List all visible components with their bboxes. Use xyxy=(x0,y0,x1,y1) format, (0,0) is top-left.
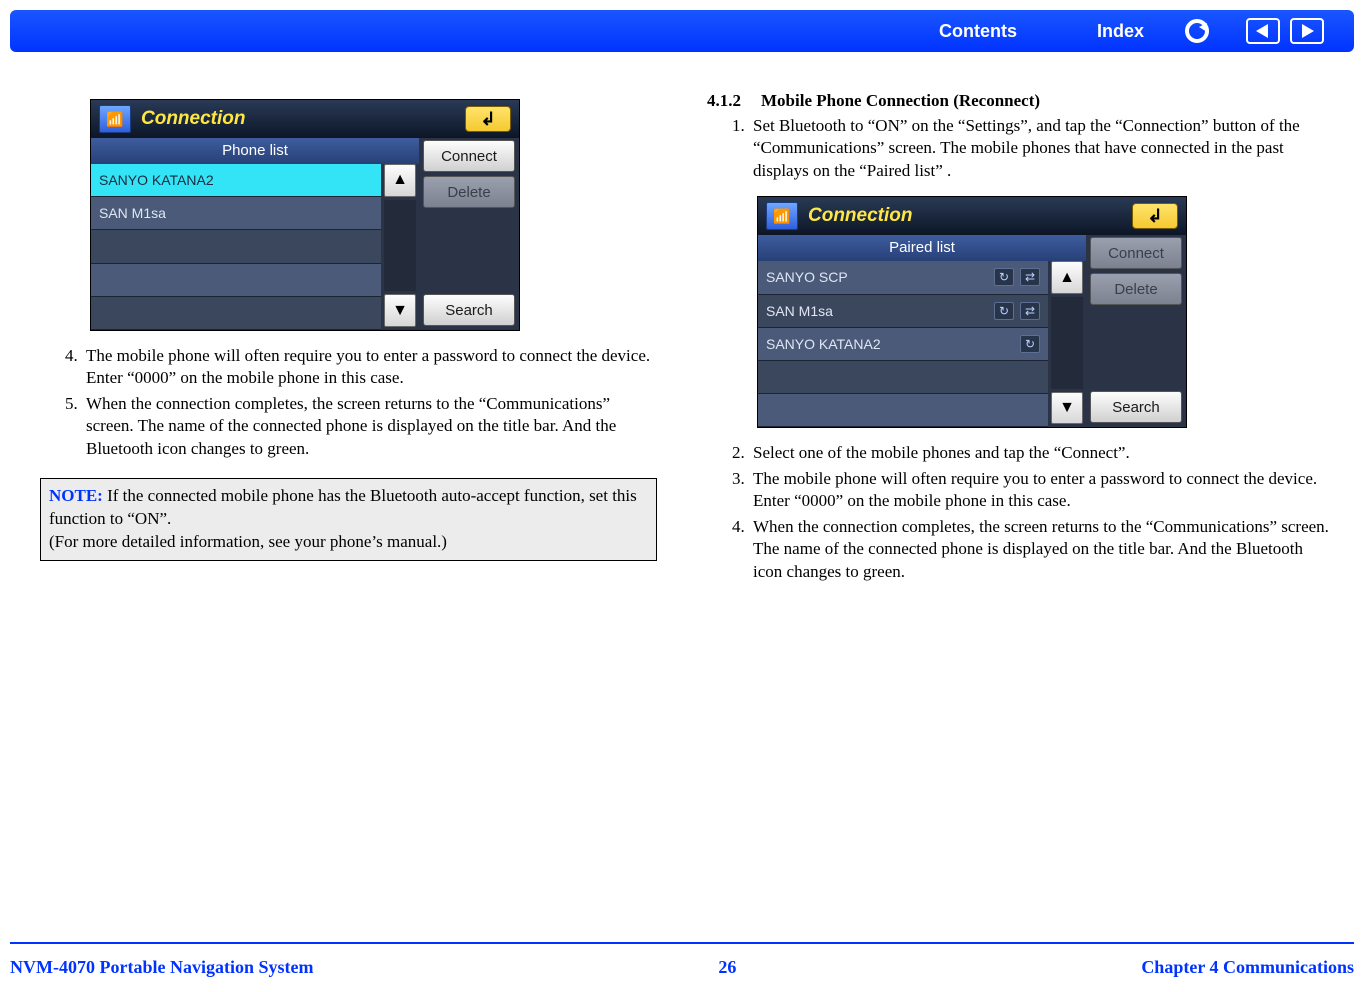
right-column: 4.1.2Mobile Phone Connection (Reconnect)… xyxy=(682,85,1364,922)
delete-button[interactable]: Delete xyxy=(1090,273,1182,305)
bluetooth-icon: 📶 xyxy=(99,105,131,133)
list-item[interactable]: SANYO SCP ↻ ⇄ xyxy=(758,261,1048,294)
scroll-up-button[interactable]: ▲ xyxy=(384,164,416,197)
step-item: Set Bluetooth to “ON” on the “Settings”,… xyxy=(749,115,1334,182)
connection-screen-phonelist: 📶 Connection ↲ Phone list SANYO KATANA2 SAN M… xyxy=(90,99,520,331)
note-text: If the connected mobile phone has the Bl… xyxy=(49,486,637,551)
footer-right: Chapter 4 Communications xyxy=(1141,957,1354,978)
list-item[interactable] xyxy=(91,297,381,330)
section-heading: 4.1.2Mobile Phone Connection (Reconnect) xyxy=(707,91,1334,111)
heading-number: 4.1.2 xyxy=(707,91,761,111)
list-item-label: SAN M1sa xyxy=(766,303,833,319)
list-header: Phone list xyxy=(91,138,419,164)
right-steps-b: Select one of the mobile phones and tap … xyxy=(707,442,1334,583)
scroll-down-button[interactable]: ▼ xyxy=(1051,392,1083,425)
step-item: Select one of the mobile phones and tap … xyxy=(749,442,1334,464)
list-item-label: SANYO SCP xyxy=(766,269,848,285)
note-box: NOTE: If the connected mobile phone has … xyxy=(40,478,657,561)
index-link[interactable]: Index xyxy=(1097,21,1144,42)
prev-page-icon[interactable] xyxy=(1246,18,1280,44)
list-item[interactable]: SANYO KATANA2 ↻ xyxy=(758,328,1048,361)
page-footer: NVM-4070 Portable Navigation System 26 C… xyxy=(10,957,1354,978)
status-icon: ⇄ xyxy=(1020,302,1040,320)
scroll-down-button[interactable]: ▼ xyxy=(384,294,416,327)
list-header: Paired list xyxy=(758,235,1086,261)
connect-button[interactable]: Connect xyxy=(1090,237,1182,269)
left-column: 📶 Connection ↲ Phone list SANYO KATANA2 SAN M… xyxy=(0,85,682,922)
list-item[interactable] xyxy=(758,361,1048,394)
footer-left: NVM-4070 Portable Navigation System xyxy=(10,957,313,978)
list-item-label: SANYO KATANA2 xyxy=(99,172,214,188)
list-item-label: SANYO KATANA2 xyxy=(766,336,881,352)
top-toolbar: Contents Index xyxy=(10,10,1354,52)
list-item[interactable]: SAN M1sa ↻ ⇄ xyxy=(758,295,1048,328)
status-icon: ↻ xyxy=(1020,335,1040,353)
scrollbar-track[interactable] xyxy=(384,200,416,292)
status-icon: ↻ xyxy=(994,268,1014,286)
delete-button[interactable]: Delete xyxy=(423,176,515,208)
list-item[interactable] xyxy=(91,230,381,263)
left-steps: The mobile phone will often require you … xyxy=(40,345,657,460)
contents-link[interactable]: Contents xyxy=(939,21,1017,42)
list-item[interactable]: SANYO KATANA2 xyxy=(91,164,381,197)
status-icon: ↻ xyxy=(994,302,1014,320)
connect-button[interactable]: Connect xyxy=(423,140,515,172)
list-item[interactable] xyxy=(758,394,1048,427)
scroll-up-button[interactable]: ▲ xyxy=(1051,261,1083,294)
list-item-label: SAN M1sa xyxy=(99,205,166,221)
next-page-icon[interactable] xyxy=(1290,18,1324,44)
back-button[interactable]: ↲ xyxy=(465,106,511,132)
scrollbar-track[interactable] xyxy=(1051,297,1083,389)
step-item: When the connection completes, the scree… xyxy=(82,393,657,460)
heading-text: Mobile Phone Connection (Reconnect) xyxy=(761,91,1040,110)
device-title: Connection xyxy=(141,108,246,130)
bluetooth-icon: 📶 xyxy=(766,202,798,230)
note-label: NOTE: xyxy=(49,486,103,505)
list-item[interactable] xyxy=(91,264,381,297)
connection-screen-pairedlist: 📶Connection↲Paired listSANYO SCP↻⇄SAN M1… xyxy=(757,196,1187,428)
step-item: The mobile phone will often require you … xyxy=(749,468,1334,513)
footer-rule xyxy=(10,942,1354,944)
page-body: 📶 Connection ↲ Phone list SANYO KATANA2 SAN M… xyxy=(0,85,1364,922)
search-button[interactable]: Search xyxy=(1090,391,1182,423)
back-button[interactable]: ↲ xyxy=(1132,203,1178,229)
refresh-icon[interactable] xyxy=(1184,18,1210,44)
footer-page-number: 26 xyxy=(718,957,736,978)
device-title: Connection xyxy=(808,205,913,227)
step-item: The mobile phone will often require you … xyxy=(82,345,657,390)
right-steps-a: Set Bluetooth to “ON” on the “Settings”,… xyxy=(707,115,1334,182)
list-item[interactable]: SAN M1sa xyxy=(91,197,381,230)
step-item: When the connection completes, the scree… xyxy=(749,516,1334,583)
status-icon: ⇄ xyxy=(1020,268,1040,286)
search-button[interactable]: Search xyxy=(423,294,515,326)
